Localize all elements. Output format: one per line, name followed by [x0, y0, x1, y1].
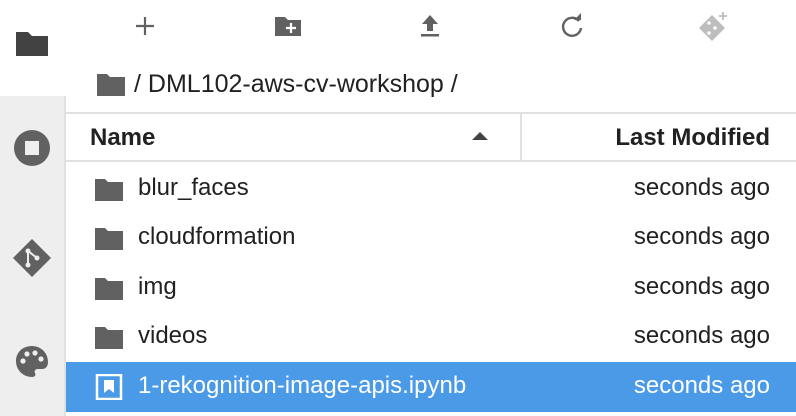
tab-running-sessions[interactable] [0, 96, 64, 192]
item-name: img [138, 273, 177, 300]
item-name: videos [138, 322, 208, 349]
column-header-name[interactable]: Name [90, 124, 155, 152]
folder-icon [95, 228, 123, 250]
upload-icon [421, 15, 439, 37]
stop-circle-icon [14, 130, 50, 166]
list-item[interactable]: cloudformation seconds ago [66, 213, 796, 263]
palette-icon [16, 346, 48, 377]
folder-icon [95, 278, 123, 300]
column-header-last-modified[interactable]: Last Modified [615, 124, 770, 152]
tab-git[interactable] [0, 208, 64, 304]
list-item[interactable]: blur_faces seconds ago [66, 164, 796, 214]
file-listing: Name Last Modified blur_faces seconds ag… [66, 112, 796, 416]
tab-file-browser[interactable] [0, 0, 66, 96]
list-item[interactable]: img seconds ago [66, 263, 796, 313]
list-item[interactable]: videos seconds ago [66, 312, 796, 362]
git-clone-button[interactable] [698, 10, 730, 42]
folder-icon [16, 32, 48, 56]
folder-home-icon[interactable] [96, 71, 126, 97]
git-icon [13, 239, 51, 277]
refresh-icon [561, 13, 583, 37]
notebook-icon [95, 374, 123, 400]
tab-property-inspector[interactable] [0, 320, 64, 416]
breadcrumb-folder-link[interactable]: DML102-aws-cv-workshop [148, 70, 444, 99]
plus-icon [136, 17, 154, 35]
activity-bar [0, 0, 66, 416]
folder-icon [95, 327, 123, 349]
breadcrumb: / DML102-aws-cv-workshop / [96, 66, 458, 102]
upload-button[interactable] [414, 10, 446, 42]
new-folder-icon [275, 17, 301, 36]
item-modified: seconds ago [633, 322, 770, 349]
breadcrumb-sep-right: / [443, 69, 458, 98]
new-folder-button[interactable] [272, 10, 304, 42]
new-launcher-button[interactable] [129, 10, 161, 42]
folder-icon [95, 179, 123, 201]
item-modified: seconds ago [633, 273, 770, 300]
item-name: blur_faces [138, 174, 249, 201]
list-item-selected[interactable]: 1-rekognition-image-apis.ipynb seconds a… [66, 362, 796, 412]
item-modified: seconds ago [633, 372, 770, 399]
refresh-button[interactable] [556, 10, 588, 42]
item-modified: seconds ago [633, 223, 770, 250]
breadcrumb-sep-left: / [134, 69, 148, 98]
column-resize-handle[interactable] [520, 114, 522, 162]
item-modified: seconds ago [633, 174, 770, 201]
item-name: cloudformation [138, 223, 296, 250]
sort-ascending-icon [472, 132, 488, 140]
listing-header: Name Last Modified [66, 112, 796, 162]
item-name: 1-rekognition-image-apis.ipynb [138, 372, 467, 399]
git-clone-icon [699, 12, 727, 41]
file-browser-toolbar [66, 0, 796, 54]
